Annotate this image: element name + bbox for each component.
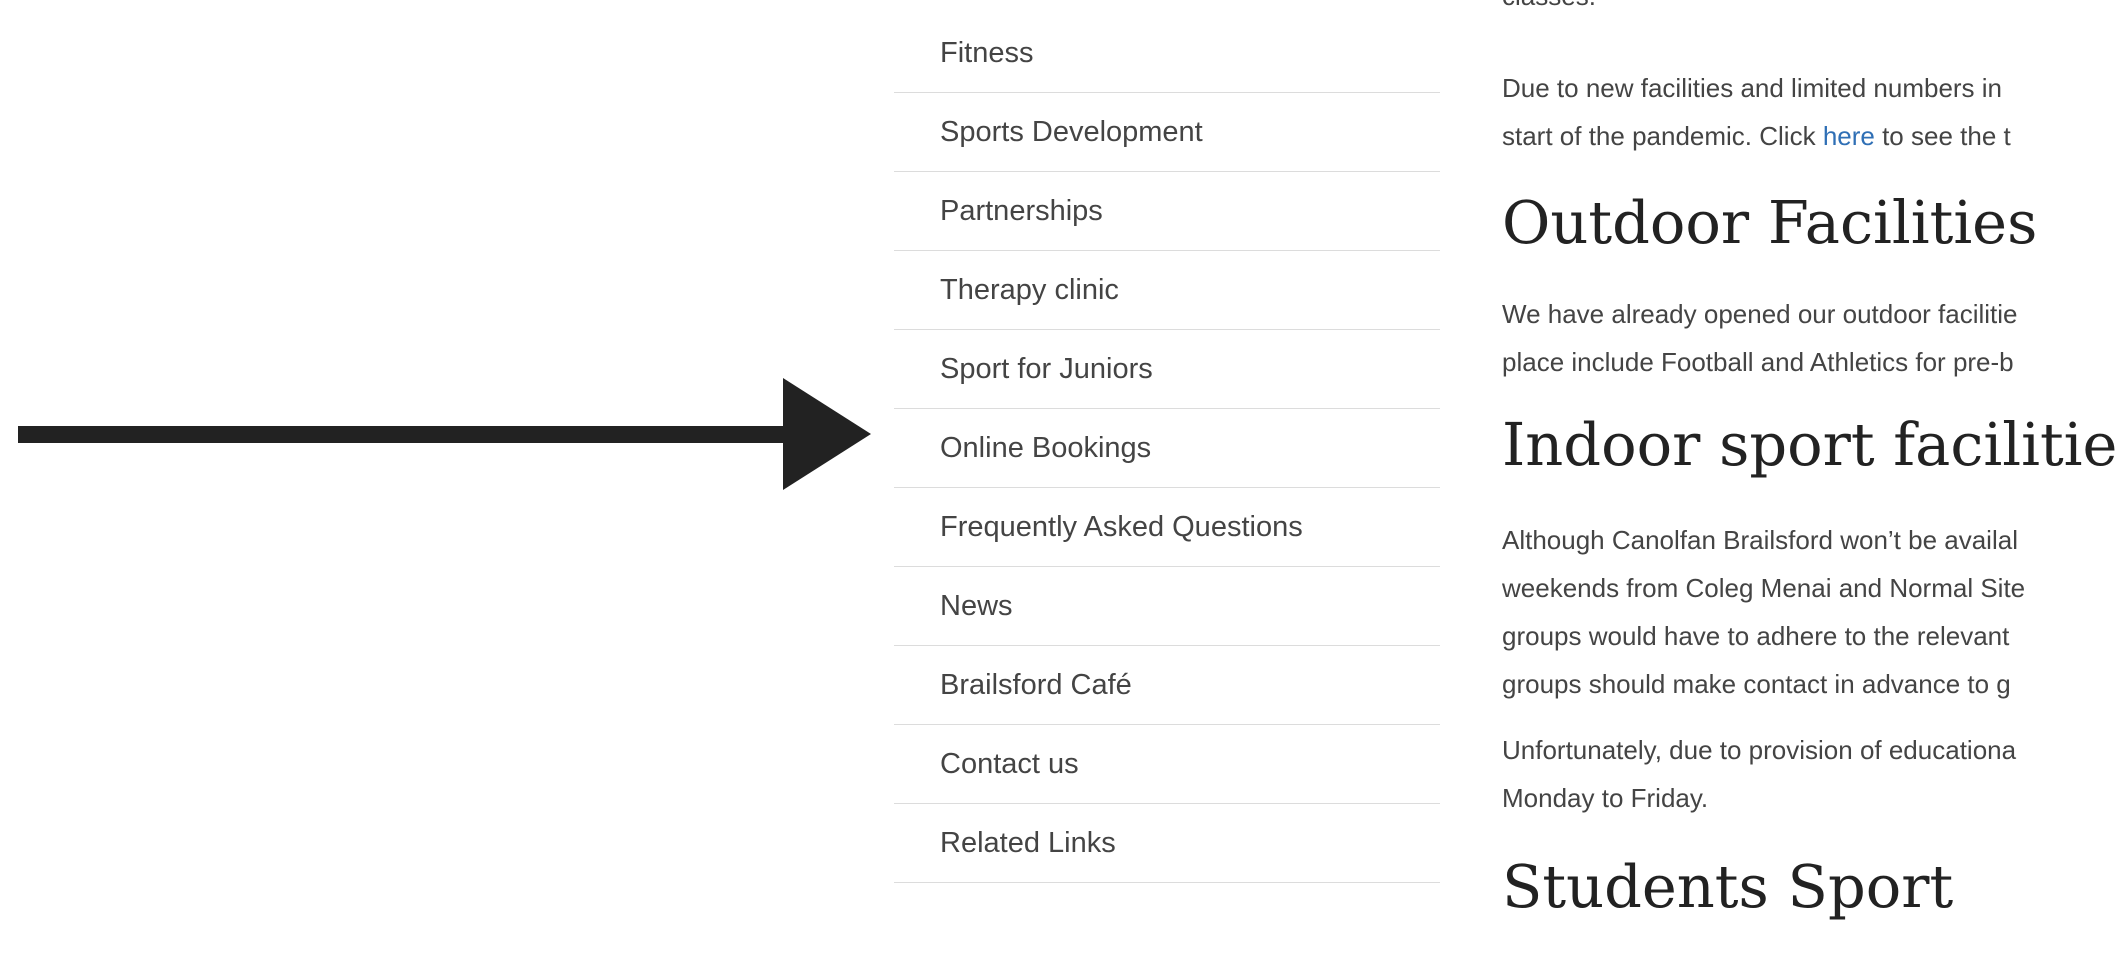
sidebar-item-online-bookings[interactable]: Online Bookings: [894, 409, 1440, 488]
sidebar-item-partnerships[interactable]: Partnerships: [894, 172, 1440, 251]
heading-students-sport: Students Sport: [1502, 852, 1954, 921]
paragraph-line: weekends from Coleg Menai and Normal Sit…: [1502, 573, 2026, 603]
paragraph-line: Unfortunately, due to provision of educa…: [1502, 735, 2017, 765]
arrow-right-icon: [783, 378, 871, 490]
paragraph-line: groups should make contact in advance to…: [1502, 669, 2011, 699]
sidebar-item-fitness[interactable]: Fitness: [894, 14, 1440, 93]
sidebar-item-faq[interactable]: Frequently Asked Questions: [894, 488, 1440, 567]
paragraph-text: start of the pandemic. Click: [1502, 121, 1823, 151]
heading-outdoor-facilities: Outdoor Facilities: [1502, 188, 2038, 257]
sidebar-item-sports-development[interactable]: Sports Development: [894, 93, 1440, 172]
heading-indoor-facilities: Indoor sport facilitie: [1502, 410, 2117, 479]
paragraph-line: Due to new facilities and limited number…: [1502, 73, 2003, 103]
sidebar-item-news[interactable]: News: [894, 567, 1440, 646]
indoor-paragraph: Although Canolfan Brailsford won’t be av…: [1502, 516, 2025, 708]
paragraph-line: groups would have to adhere to the relev…: [1502, 621, 2010, 651]
sidebar-item-contact-us[interactable]: Contact us: [894, 725, 1440, 804]
intro-paragraph: Due to new facilities and limited number…: [1502, 64, 2011, 160]
paragraph-line: We have already opened our outdoor facil…: [1502, 299, 2018, 329]
sidebar-item-related-links[interactable]: Related Links: [894, 804, 1440, 883]
paragraph-line: place include Football and Athletics for…: [1502, 347, 2014, 377]
arrow-shaft: [18, 426, 788, 443]
sidebar-nav: Fitness Sports Development Partnerships …: [894, 14, 1440, 883]
here-link[interactable]: here: [1823, 121, 1875, 151]
paragraph-line: start of the pandemic. Click here to see…: [1502, 112, 2011, 160]
paragraph-line: Monday to Friday.: [1502, 783, 1709, 813]
weekday-paragraph: Unfortunately, due to provision of educa…: [1502, 726, 2016, 822]
outdoor-paragraph: We have already opened our outdoor facil…: [1502, 290, 2018, 386]
paragraph-line: Although Canolfan Brailsford won’t be av…: [1502, 525, 2018, 555]
sidebar-item-brailsford-cafe[interactable]: Brailsford Café: [894, 646, 1440, 725]
paragraph-text: to see the t: [1874, 121, 2011, 151]
sidebar-item-sport-for-juniors[interactable]: Sport for Juniors: [894, 330, 1440, 409]
main-content: classes. Due to new facilities and limit…: [1502, 0, 2117, 957]
cut-off-text: classes.: [1502, 0, 1596, 20]
sidebar-item-therapy-clinic[interactable]: Therapy clinic: [894, 251, 1440, 330]
